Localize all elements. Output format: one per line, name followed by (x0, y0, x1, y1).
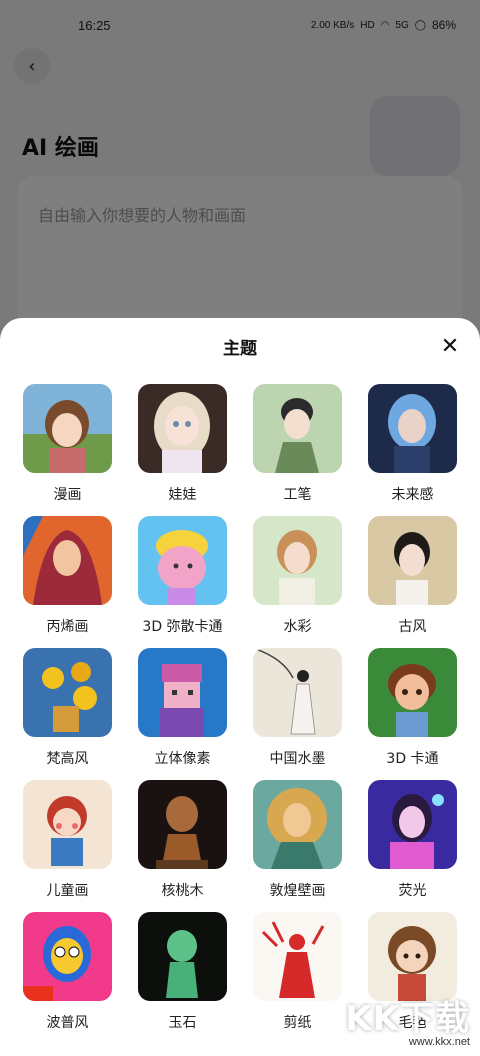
theme-item-label: 敦煌壁画 (269, 883, 326, 899)
theme-item-label: 丙烯画 (46, 619, 89, 635)
close-icon: ✕ (440, 333, 460, 359)
theme-item-label: 立体像素 (154, 751, 211, 767)
sheet-header: 主题 ✕ (0, 318, 480, 372)
ink-wash-thumb (253, 648, 342, 737)
gongbi-thumb (253, 384, 342, 473)
theme-item-label: 梵高风 (46, 751, 89, 767)
3d-diffuse-cartoon-thumb (138, 516, 227, 605)
theme-item-label: 娃娃 (168, 487, 197, 503)
theme-item[interactable]: 玉石 (138, 912, 227, 1044)
futuristic-thumb (368, 384, 457, 473)
theme-item[interactable]: 梵高风 (23, 648, 112, 780)
theme-item[interactable]: 娃娃 (138, 384, 227, 516)
theme-item-label: 工笔 (283, 487, 312, 503)
theme-item-label: 玉石 (168, 1015, 197, 1031)
theme-sheet: 主题 ✕ 漫画 娃娃 工笔 未来感丙烯画 3D 弥散卡通 水彩 古风梵高风 立体像素 中国水墨 3… (0, 318, 480, 1056)
theme-item[interactable]: 荧光 (368, 780, 457, 912)
acrylic-thumb (23, 516, 112, 605)
theme-item[interactable]: 剪纸 (253, 912, 342, 1044)
child-drawing-thumb (23, 780, 112, 869)
theme-item[interactable]: 核桃木 (138, 780, 227, 912)
theme-item-label: 中国水墨 (269, 751, 326, 767)
theme-item[interactable]: 儿童画 (23, 780, 112, 912)
paper-cut-thumb (253, 912, 342, 1001)
pop-art-thumb (23, 912, 112, 1001)
theme-grid: 漫画 娃娃 工笔 未来感丙烯画 3D 弥散卡通 水彩 古风梵高风 立体像素 中国水墨 3D 卡通儿… (0, 372, 480, 1044)
theme-item[interactable]: 漫画 (23, 384, 112, 516)
theme-item-label: 古风 (398, 619, 427, 635)
theme-item[interactable]: 丙烯画 (23, 516, 112, 648)
van-gogh-thumb (23, 648, 112, 737)
theme-item[interactable]: 3D 卡通 (368, 648, 457, 780)
theme-item[interactable]: 中国水墨 (253, 648, 342, 780)
theme-item[interactable]: 敦煌壁画 (253, 780, 342, 912)
jade-thumb (138, 912, 227, 1001)
anime-girl-thumb (23, 384, 112, 473)
theme-item-label: 儿童画 (46, 883, 89, 899)
voxel-thumb (138, 648, 227, 737)
theme-item-label: 核桃木 (161, 883, 204, 899)
theme-item[interactable]: 波普风 (23, 912, 112, 1044)
watercolor-thumb (253, 516, 342, 605)
theme-item[interactable]: 工笔 (253, 384, 342, 516)
theme-item[interactable]: 未来感 (368, 384, 457, 516)
theme-item-label: 荧光 (398, 883, 427, 899)
theme-item-label: 3D 弥散卡通 (142, 619, 223, 635)
doll-thumb (138, 384, 227, 473)
theme-item-label: 水彩 (283, 619, 312, 635)
dunhuang-thumb (253, 780, 342, 869)
walnut-wood-thumb (138, 780, 227, 869)
theme-item[interactable]: 水彩 (253, 516, 342, 648)
watermark-logo: KK下载 (345, 999, 470, 1039)
theme-item-label: 3D 卡通 (386, 751, 439, 767)
3d-cartoon-thumb (368, 648, 457, 737)
sheet-title: 主题 (223, 338, 257, 359)
fluorescent-thumb (368, 780, 457, 869)
watermark: KK下载 www.kkx.net (345, 991, 470, 1048)
theme-item-label: 剪纸 (283, 1015, 312, 1031)
theme-item[interactable]: 立体像素 (138, 648, 227, 780)
ancient-style-thumb (368, 516, 457, 605)
close-button[interactable]: ✕ (438, 333, 462, 359)
felt-thumb (368, 912, 457, 1001)
theme-item-label: 未来感 (391, 487, 434, 503)
theme-item[interactable]: 3D 弥散卡通 (138, 516, 227, 648)
theme-item[interactable]: 古风 (368, 516, 457, 648)
theme-item-label: 波普风 (46, 1015, 89, 1031)
theme-item-label: 漫画 (53, 487, 82, 503)
